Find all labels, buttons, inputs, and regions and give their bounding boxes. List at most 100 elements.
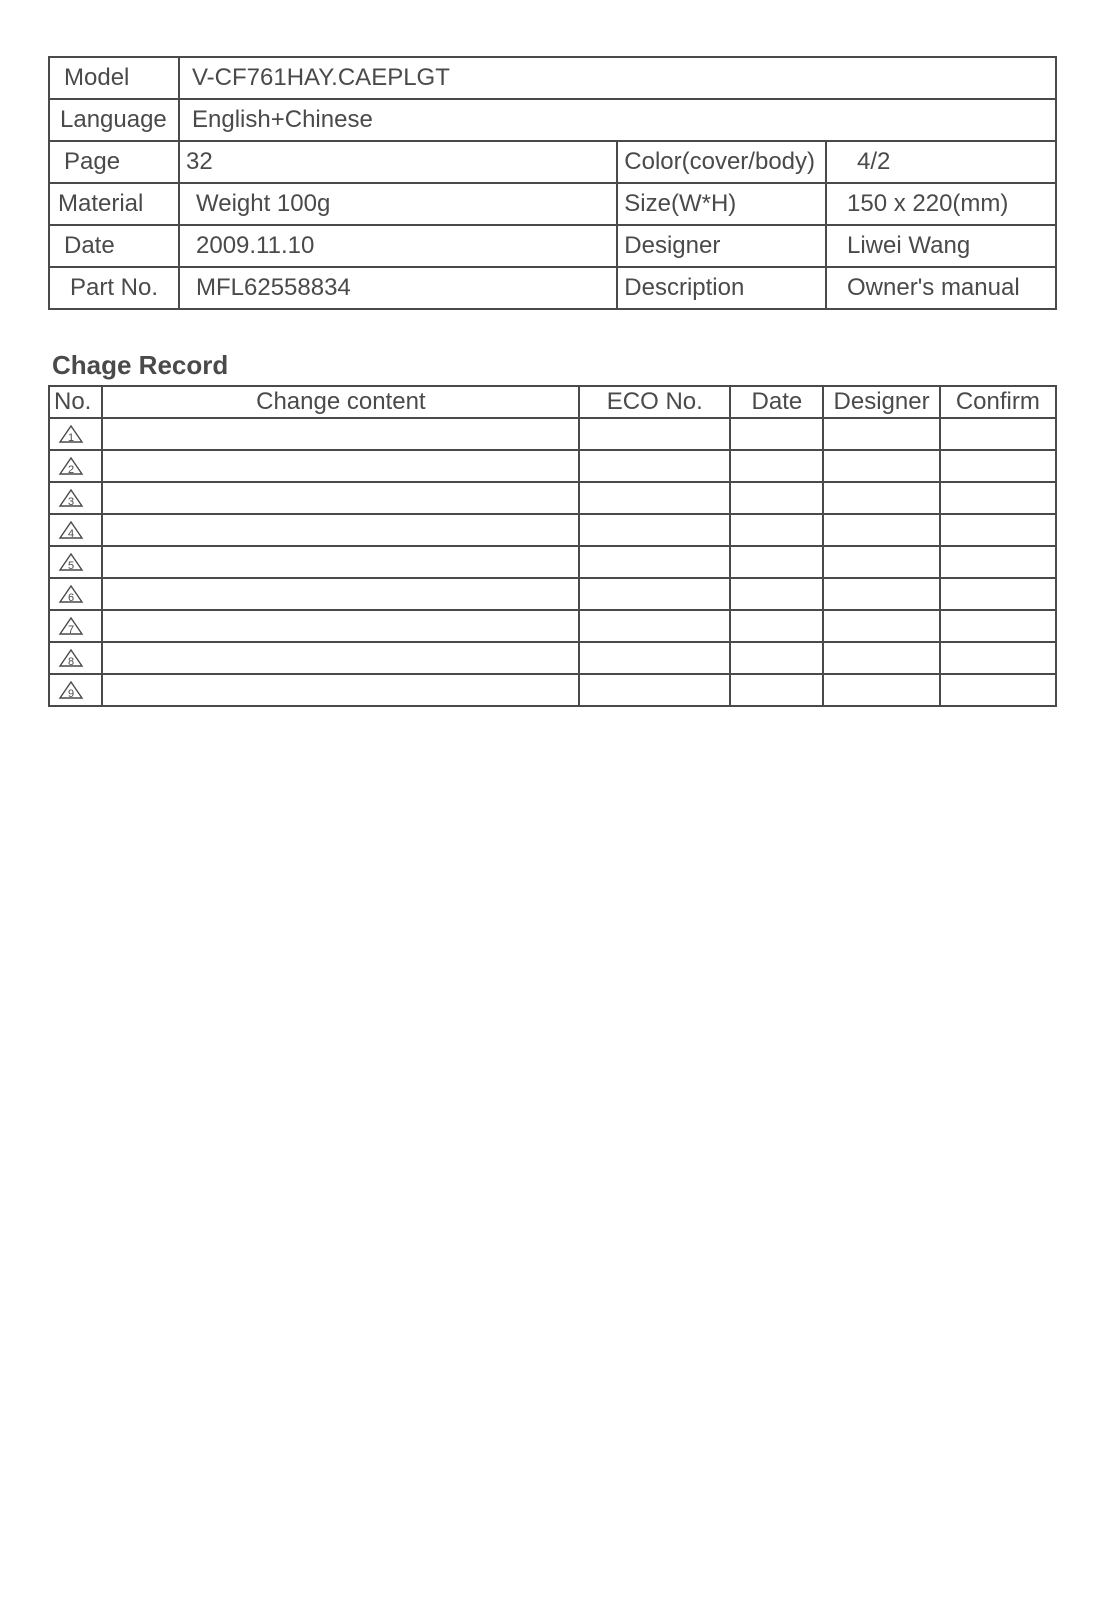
cell-eco [579,610,730,642]
spec-value: 150 x 220(mm) [826,183,1056,225]
cell-content [102,418,579,450]
spec-row: MaterialWeight 100gSize(W*H)150 x 220(mm… [49,183,1056,225]
header-no: No. [49,386,102,418]
cell-date [730,578,823,610]
svg-text:3: 3 [68,496,74,508]
header-designer: Designer [823,386,939,418]
spec-value: 32 [179,141,617,183]
cell-designer [823,546,939,578]
cell-designer [823,418,939,450]
spec-row: Date2009.11.10DesignerLiwei Wang [49,225,1056,267]
cell-eco [579,482,730,514]
cell-eco [579,674,730,706]
spec-label: Model [49,57,179,99]
row-number-icon: 7 [49,610,102,642]
cell-eco [579,578,730,610]
change-record-row: 2 [49,450,1056,482]
cell-content [102,514,579,546]
cell-content [102,642,579,674]
cell-designer [823,450,939,482]
cell-content [102,578,579,610]
cell-date [730,674,823,706]
cell-confirm [940,482,1056,514]
cell-content [102,482,579,514]
cell-date [730,610,823,642]
spec-label: Size(W*H) [617,183,826,225]
spec-label: Material [49,183,179,225]
cell-content [102,674,579,706]
svg-text:1: 1 [68,432,74,444]
cell-designer [823,514,939,546]
cell-designer [823,642,939,674]
change-record-row: 8 [49,642,1056,674]
cell-designer [823,578,939,610]
cell-designer [823,482,939,514]
spec-value: 4/2 [826,141,1056,183]
svg-text:7: 7 [68,624,74,636]
cell-confirm [940,674,1056,706]
svg-text:6: 6 [68,592,74,604]
cell-date [730,482,823,514]
spec-label: Part No. [49,267,179,309]
cell-confirm [940,578,1056,610]
cell-date [730,642,823,674]
spec-row: Part No.MFL62558834DescriptionOwner's ma… [49,267,1056,309]
change-record-title: Chage Record [48,350,1057,381]
cell-confirm [940,610,1056,642]
cell-eco [579,418,730,450]
change-record-row: 3 [49,482,1056,514]
cell-date [730,450,823,482]
spec-value: V-CF761HAY.CAEPLGT [179,57,1056,99]
header-confirm: Confirm [940,386,1056,418]
change-record-row: 1 [49,418,1056,450]
change-record-table: No. Change content ECO No. Date Designer… [48,385,1057,707]
cell-designer [823,610,939,642]
change-record-row: 9 [49,674,1056,706]
spec-label: Date [49,225,179,267]
cell-date [730,418,823,450]
change-record-row: 7 [49,610,1056,642]
svg-text:4: 4 [68,528,74,540]
cell-eco [579,642,730,674]
change-record-row: 4 [49,514,1056,546]
cell-content [102,546,579,578]
cell-eco [579,514,730,546]
cell-confirm [940,546,1056,578]
change-record-row: 6 [49,578,1056,610]
spec-row: LanguageEnglish+Chinese [49,99,1056,141]
change-record-body: 1 2 3 4 5 6 7 8 9 [49,418,1056,706]
cell-confirm [940,450,1056,482]
svg-text:2: 2 [68,464,74,476]
svg-text:5: 5 [68,560,74,572]
spec-value: English+Chinese [179,99,1056,141]
header-content: Change content [102,386,579,418]
spec-value: Owner's manual [826,267,1056,309]
row-number-icon: 1 [49,418,102,450]
cell-eco [579,546,730,578]
svg-text:8: 8 [68,656,74,668]
spec-row: Page32Color(cover/body)4/2 [49,141,1056,183]
cell-designer [823,674,939,706]
change-record-header-row: No. Change content ECO No. Date Designer… [49,386,1056,418]
change-record-row: 5 [49,546,1056,578]
cell-content [102,450,579,482]
row-number-icon: 3 [49,482,102,514]
row-number-icon: 6 [49,578,102,610]
cell-confirm [940,642,1056,674]
row-number-icon: 5 [49,546,102,578]
spec-label: Designer [617,225,826,267]
spec-label: Page [49,141,179,183]
spec-row: ModelV-CF761HAY.CAEPLGT [49,57,1056,99]
header-eco: ECO No. [579,386,730,418]
spec-table: ModelV-CF761HAY.CAEPLGTLanguageEnglish+C… [48,56,1057,310]
row-number-icon: 2 [49,450,102,482]
cell-confirm [940,418,1056,450]
header-date: Date [730,386,823,418]
spec-label: Color(cover/body) [617,141,826,183]
cell-date [730,514,823,546]
spec-value: Weight 100g [179,183,617,225]
row-number-icon: 4 [49,514,102,546]
row-number-icon: 8 [49,642,102,674]
row-number-icon: 9 [49,674,102,706]
cell-date [730,546,823,578]
